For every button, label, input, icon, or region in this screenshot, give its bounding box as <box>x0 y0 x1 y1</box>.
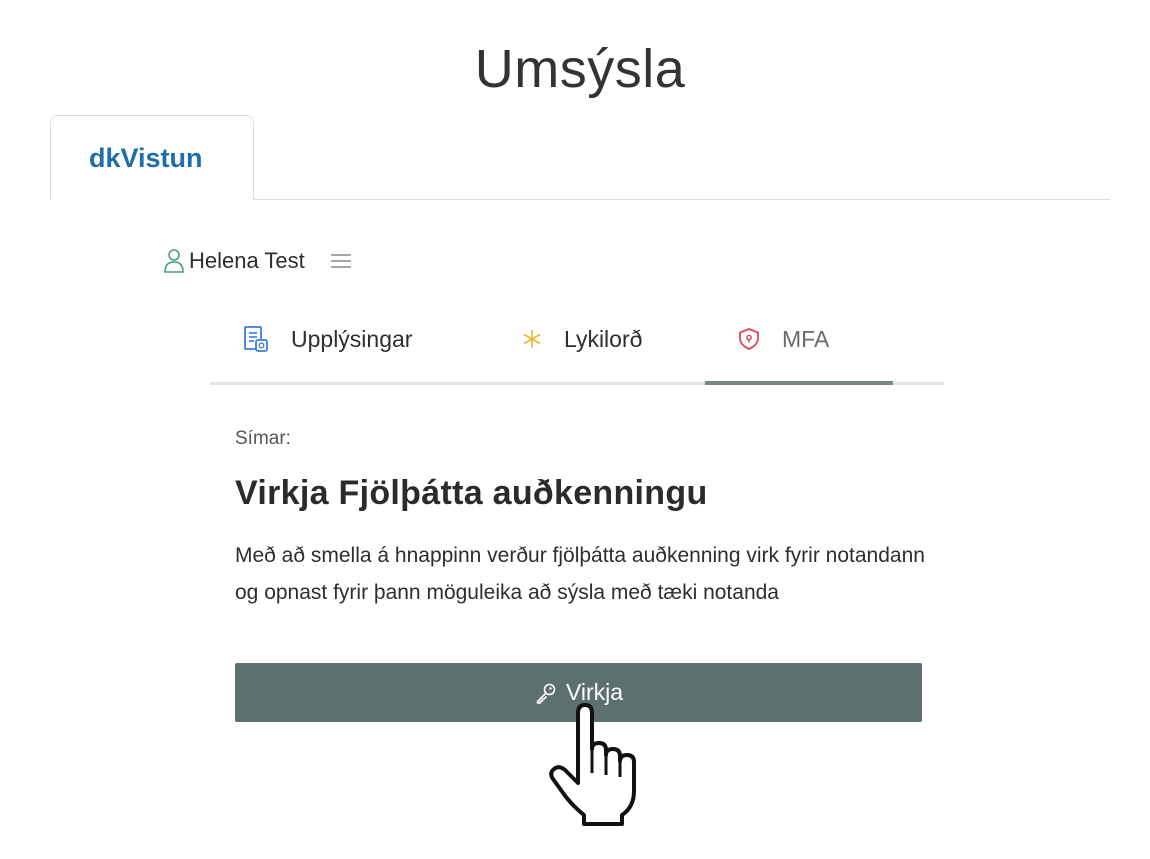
tab-mfa[interactable]: MFA <box>738 322 829 356</box>
inner-tabs: Upplýsingar Lykilorð MFA <box>210 312 944 386</box>
tab-upplysingar-label: Upplýsingar <box>291 325 413 352</box>
mfa-heading: Virkja Fjölþátta auðkenningu <box>235 474 708 512</box>
tab-dkvistun[interactable]: dkVistun <box>50 115 254 200</box>
tab-mfa-label: MFA <box>782 325 830 352</box>
tab-lykilord-label: Lykilorð <box>564 325 643 352</box>
key-icon <box>536 683 556 704</box>
shield-icon <box>739 328 759 350</box>
hamburger-menu-icon[interactable] <box>329 251 353 271</box>
page: Umsýsla dkVistun Helena Test Upplýsingar… <box>0 0 1150 859</box>
phones-label: Símar: <box>235 428 291 449</box>
tab-lykilord[interactable]: Lykilorð <box>522 322 642 356</box>
enable-mfa-button-label: Virkja <box>565 679 624 705</box>
info-document-icon <box>244 326 268 352</box>
user-icon <box>164 249 184 273</box>
mfa-description: Með að smella á hnappinn verður fjölþátt… <box>235 544 925 604</box>
active-tab-indicator <box>705 381 893 385</box>
user-row: Helena Test <box>163 245 353 277</box>
asterisk-icon <box>523 330 541 348</box>
page-title: Umsýsla <box>474 39 686 99</box>
tab-upplysingar[interactable]: Upplýsingar <box>243 322 412 356</box>
hand-pointer-icon <box>549 703 636 826</box>
tab-dkvistun-label: dkVistun <box>89 143 203 173</box>
user-name: Helena Test <box>189 248 305 273</box>
